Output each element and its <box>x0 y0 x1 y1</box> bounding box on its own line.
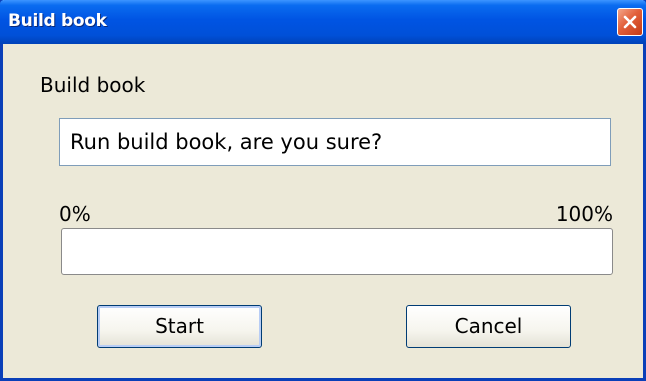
cancel-button[interactable]: Cancel <box>406 305 571 348</box>
progress-min-label: 0% <box>59 202 91 226</box>
progress-bar <box>61 228 613 275</box>
close-button[interactable] <box>617 8 643 36</box>
dialog-heading: Build book <box>40 73 146 97</box>
confirmation-message: Run build book, are you sure? <box>70 130 383 154</box>
title-bar[interactable]: Build book <box>0 0 646 44</box>
window-title: Build book <box>8 11 107 31</box>
start-button[interactable]: Start <box>97 305 262 348</box>
confirmation-message-box: Run build book, are you sure? <box>59 118 611 166</box>
close-icon <box>623 15 637 29</box>
progress-max-label: 100% <box>555 202 613 226</box>
dialog-window: Build book Build book Run build book, ar… <box>0 0 646 381</box>
